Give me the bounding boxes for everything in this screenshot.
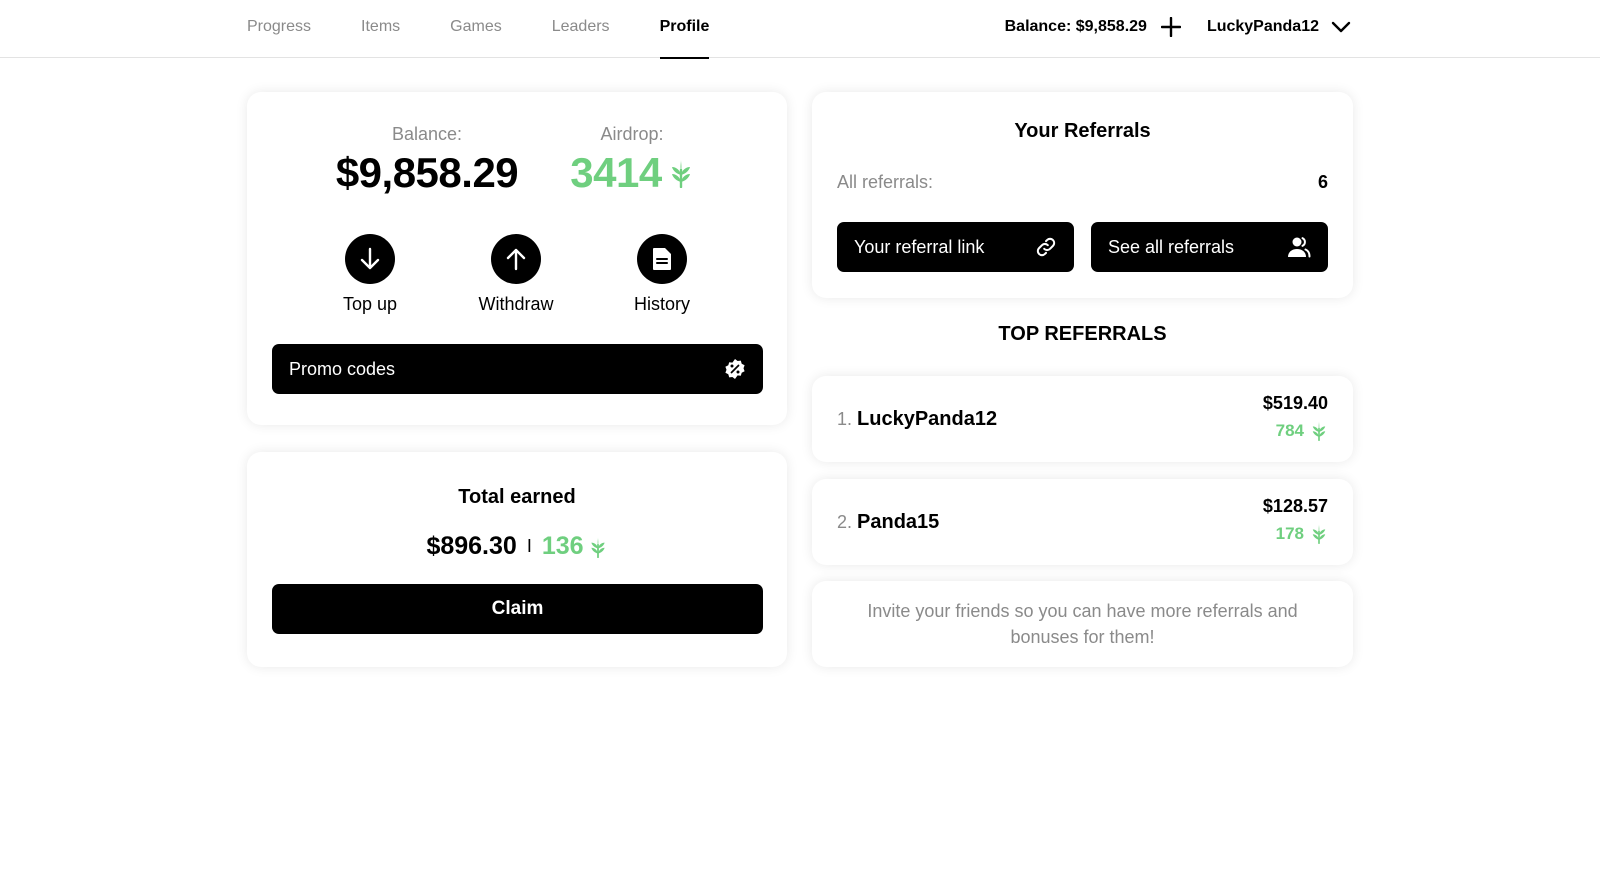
see-all-referrals-button[interactable]: See all referrals (1091, 222, 1328, 272)
all-referrals-label: All referrals: (837, 172, 934, 192)
top-up-button[interactable]: Top up (310, 234, 430, 315)
tab-games[interactable]: Games (450, 0, 502, 58)
percent-badge-icon (725, 359, 745, 379)
claim-button[interactable]: Claim (272, 584, 763, 634)
withdraw-circle (491, 234, 541, 284)
all-referrals-count: 6 (1317, 172, 1328, 192)
nav-tabs: Progress Items Games Leaders Profile (247, 0, 759, 59)
history-label: History (633, 294, 690, 314)
referral-airdrop: 178 (1275, 523, 1304, 543)
balance-value: $9,858.29 (335, 149, 519, 196)
nav-account-area: Balance: $9,858.29 LuckyPanda12 (1005, 0, 1353, 54)
earned-separator: I (526, 536, 532, 556)
referral-rank-row: 2. Panda15 (837, 511, 939, 534)
referral-rank-row: 1. LuckyPanda12 (837, 408, 997, 431)
sprout-icon (1312, 421, 1326, 441)
earned-usd: $896.30 (426, 532, 517, 560)
wallet-card: Balance: $9,858.29 Airdrop: 3414 Top up (247, 92, 787, 425)
referral-rank: 2. (837, 512, 853, 532)
sprout-icon (590, 536, 605, 558)
referrals-title: Your Referrals (1014, 120, 1151, 142)
earned-airdrop-row: 136 (542, 532, 608, 561)
top-up-label: Top up (342, 294, 398, 314)
referral-name: LuckyPanda12 (857, 408, 998, 430)
airdrop-label: Airdrop: (600, 124, 664, 144)
see-all-referrals-label: See all referrals (1108, 236, 1235, 257)
balance-block: Balance: $9,858.29 (327, 124, 527, 197)
nav-balance: Balance: $9,858.29 (1004, 18, 1147, 35)
account-menu-button[interactable] (1329, 15, 1353, 39)
total-earned-card: Total earned $896.30 I 136 Claim (247, 452, 787, 667)
withdraw-button[interactable]: Withdraw (456, 234, 576, 315)
referral-name: Panda15 (857, 511, 940, 533)
tab-profile[interactable]: Profile (659, 0, 709, 59)
referral-link-label: Your referral link (854, 236, 985, 257)
total-earned-title: Total earned (458, 486, 576, 508)
referrals-card: Your Referrals All referrals: 6 Your ref… (812, 92, 1353, 298)
sprout-icon (1312, 524, 1326, 544)
promo-codes-button[interactable]: Promo codes (272, 344, 763, 394)
chevron-down-icon (1331, 21, 1351, 33)
referral-airdrop-row: 784 (1263, 420, 1328, 441)
referral-rank: 1. (837, 409, 853, 429)
invite-card: Invite your friends so you can have more… (812, 581, 1353, 667)
tab-progress[interactable]: Progress (247, 0, 311, 58)
arrow-up-icon (506, 248, 526, 271)
referral-link-button[interactable]: Your referral link (837, 222, 1074, 272)
airdrop-value: 3414 (570, 149, 662, 196)
top-nav: Progress Items Games Leaders Profile Bal… (0, 0, 1600, 59)
referral-usd: $519.40 (1262, 393, 1328, 413)
invite-text: Invite your friends so you can have more… (867, 601, 1298, 647)
airdrop-block: Airdrop: 3414 (547, 124, 717, 197)
referral-earnings: $519.40 784 (1263, 393, 1328, 441)
top-referrals-title: TOP REFERRALS (998, 323, 1167, 345)
total-earned-values: $896.30 I 136 (247, 532, 787, 561)
tab-leaders[interactable]: Leaders (552, 0, 610, 58)
balance-label: Balance: (391, 124, 463, 144)
list-item[interactable]: 2. Panda15 $128.57 178 (812, 479, 1353, 565)
top-up-circle (345, 234, 395, 284)
referral-earnings: $128.57 178 (1263, 496, 1328, 544)
history-button[interactable]: History (602, 234, 722, 315)
referral-airdrop: 784 (1275, 420, 1304, 440)
arrow-down-icon (360, 247, 380, 270)
plus-icon (1160, 17, 1181, 37)
list-item[interactable]: 1. LuckyPanda12 $519.40 784 (812, 376, 1353, 462)
airdrop-value-row: 3414 (547, 149, 717, 197)
sprout-icon (671, 160, 690, 188)
wallet-actions: Top up Withdraw History (247, 234, 787, 324)
withdraw-label: Withdraw (478, 294, 554, 314)
users-icon (1288, 237, 1311, 258)
all-referrals-row: All referrals: 6 (837, 172, 1328, 193)
username[interactable]: LuckyPanda12 (1207, 18, 1319, 36)
link-icon (1036, 237, 1056, 257)
promo-codes-label: Promo codes (289, 358, 396, 379)
referral-airdrop-row: 178 (1263, 523, 1328, 544)
tab-items[interactable]: Items (361, 0, 400, 58)
earned-airdrop: 136 (541, 532, 584, 560)
referral-usd: $128.57 (1262, 496, 1328, 516)
document-icon (653, 248, 671, 270)
history-circle (637, 234, 687, 284)
add-funds-button[interactable] (1157, 13, 1185, 41)
